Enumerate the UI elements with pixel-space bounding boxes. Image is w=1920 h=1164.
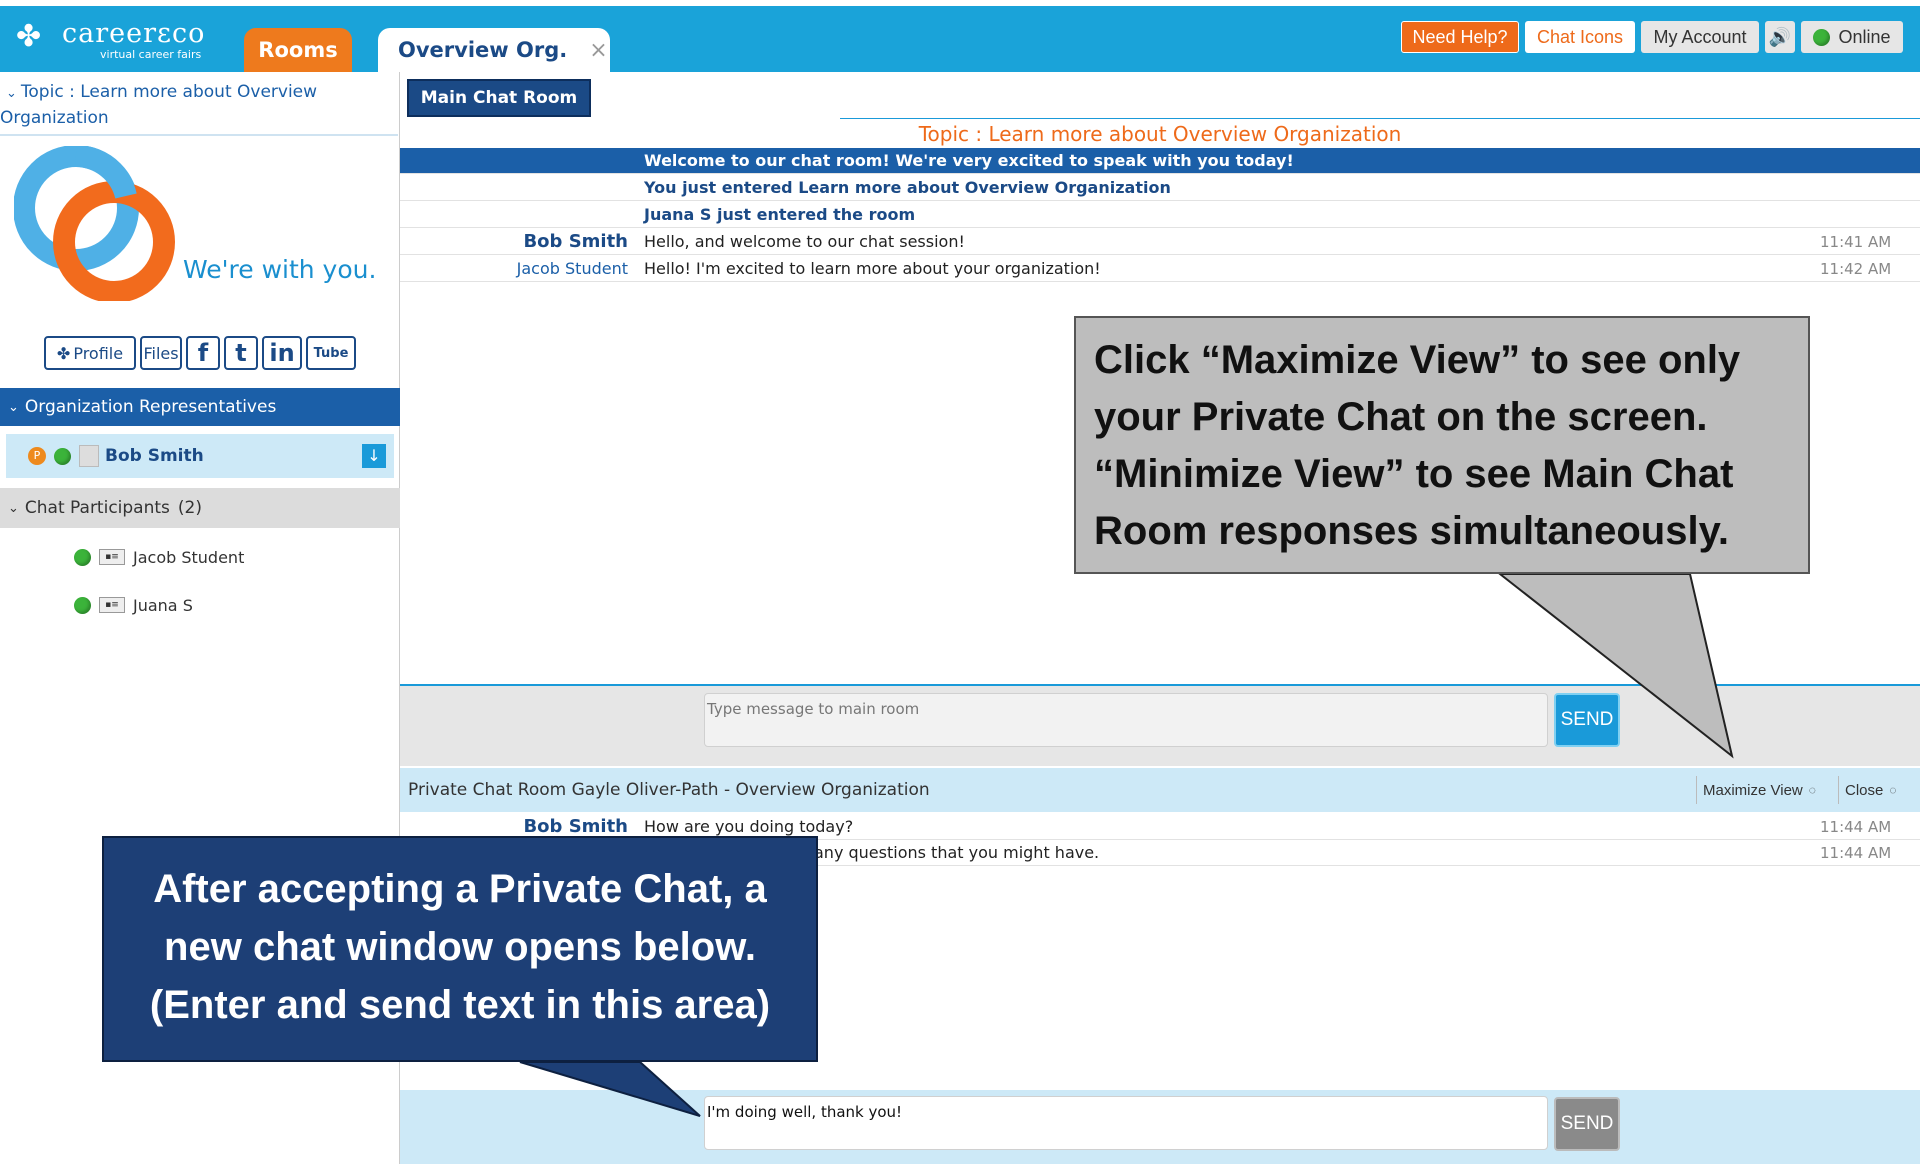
private-message-input[interactable]: I'm doing well, thank you! (704, 1096, 1548, 1150)
chat-message: Bob Smith Hello, and welcome to our chat… (400, 229, 1920, 255)
callout-maximize-view: Click “Maximize View” to see only your P… (1074, 316, 1810, 574)
message-text: Hello, and welcome to our chat session! (644, 232, 965, 251)
close-private-button[interactable]: Close ◌ (1838, 776, 1897, 804)
chevron-down-icon: ⌄ (6, 86, 17, 101)
profile-button[interactable]: ✤ Profile (44, 336, 136, 370)
main-send-button[interactable]: SEND (1554, 693, 1620, 747)
message-time: 11:44 AM (1820, 843, 1892, 862)
close-tab-icon[interactable]: × (589, 38, 607, 63)
youtube-icon[interactable]: Tube (306, 336, 356, 370)
need-help-button[interactable]: Need Help? (1401, 21, 1519, 53)
rep-row[interactable]: P Bob Smith ↓ (6, 434, 394, 478)
private-send-button[interactable]: SEND (1554, 1097, 1620, 1151)
priority-badge-icon: P (28, 447, 46, 465)
main-topic: Topic : Learn more about Overview Organi… (918, 122, 1402, 146)
main-message-input[interactable]: Type message to main room (704, 693, 1548, 747)
org-reps-label: Organization Representatives (24, 397, 277, 417)
files-button[interactable]: Files (140, 336, 182, 370)
message-text: You just entered Learn more about Overvi… (644, 178, 1171, 197)
participants-count: (2) (177, 498, 202, 518)
message-text: How are you doing today? (644, 817, 854, 836)
careereco-logo[interactable]: ✤ careerεco virtual career fairs (16, 18, 226, 62)
chat-bubble-icon: ◌ (1889, 783, 1897, 797)
participants-header[interactable]: ⌄ Chat Participants (2) (0, 488, 400, 528)
online-dot-icon (1813, 28, 1831, 46)
participant-item[interactable]: ▪≡ Juana S (74, 592, 193, 618)
sender-name[interactable]: Bob Smith (400, 231, 644, 252)
brand-circles-logo (14, 146, 175, 301)
logo-name: careerεco (62, 18, 206, 49)
brand-tagline: We're with you. (183, 255, 377, 284)
flower-icon: ✤ (56, 343, 71, 363)
tab-rooms[interactable]: Rooms (244, 28, 352, 72)
system-message: You just entered Learn more about Overvi… (400, 175, 1920, 201)
sidebar-topic[interactable]: ⌄ Topic : Learn more about Overview Organ… (0, 80, 396, 130)
message-time: 11:42 AM (1820, 259, 1892, 278)
online-dot-icon (74, 596, 91, 614)
logo-tagline: virtual career fairs (100, 48, 202, 61)
chevron-down-icon: ⌄ (8, 399, 19, 415)
speaker-icon[interactable]: 🔊 (1765, 21, 1795, 53)
callout-line: “Minimize View” to see Main Chat (1094, 452, 1734, 496)
participants-label: Chat Participants (24, 498, 170, 518)
id-card-icon: ▪≡ (99, 597, 125, 613)
sidebar-topic-label: Topic : Learn more about Overview Organi… (0, 82, 318, 128)
maximize-view-button[interactable]: Maximize View ◌ (1696, 776, 1816, 804)
callout-line: After accepting a Private Chat, a (153, 867, 767, 911)
tab-underline (840, 118, 1920, 119)
message-time: 11:41 AM (1820, 232, 1892, 251)
message-text: any questions that you might have. (814, 843, 1100, 862)
online-dot-icon (54, 447, 71, 465)
sender-name[interactable]: Jacob Student (400, 259, 644, 278)
tab-overview-label: Overview Org. (398, 38, 568, 62)
private-chat-header: Private Chat Room Gayle Oliver-Path - Ov… (400, 768, 1920, 812)
org-reps-header[interactable]: ⌄ Organization Representatives (0, 388, 400, 426)
message-text: Juana S just entered the room (644, 205, 916, 224)
message-time: 11:44 AM (1820, 817, 1892, 836)
callout-line: Click “Maximize View” to see only (1094, 338, 1741, 382)
facebook-icon[interactable]: f (186, 336, 220, 370)
callout-line: (Enter and send text in this area) (149, 983, 771, 1027)
tab-rooms-label: Rooms (258, 38, 338, 62)
social-buttons: ✤ Profile Files f t in Tube (44, 336, 356, 372)
online-dot-icon (74, 548, 91, 566)
maximize-view-label: Maximize View (1703, 781, 1803, 799)
linkedin-icon[interactable]: in (262, 336, 302, 370)
callout-line: new chat window opens below. (164, 925, 756, 969)
chevron-down-icon: ⌄ (8, 500, 19, 516)
profile-label: Profile (73, 343, 124, 363)
online-status-button[interactable]: Online (1801, 21, 1903, 53)
chat-bubble-icon: ◌ (1808, 783, 1816, 797)
chat-icons-button[interactable]: Chat Icons (1525, 21, 1635, 53)
callout-line: Room responses simultaneously. (1094, 509, 1729, 553)
close-label: Close (1845, 781, 1884, 799)
callout-line: your Private Chat on the screen. (1094, 395, 1708, 439)
tab-main-chat-room[interactable]: Main Chat Room (407, 79, 591, 117)
callout-private-chat: After accepting a Private Chat, a new ch… (102, 836, 818, 1062)
my-account-button[interactable]: My Account (1641, 21, 1759, 53)
participant-name: Jacob Student (133, 547, 245, 567)
sender-name[interactable]: Bob Smith (400, 816, 644, 837)
participant-name: Juana S (133, 595, 193, 615)
id-card-icon: ▪≡ (99, 549, 125, 565)
rep-name: Bob Smith (105, 446, 204, 466)
system-message: Juana S just entered the room (400, 202, 1920, 228)
twitter-icon[interactable]: t (224, 336, 258, 370)
online-label: Online (1838, 26, 1891, 47)
logo-flower-icon: ✤ (16, 19, 42, 54)
message-text: Welcome to our chat room! We're very exc… (644, 151, 1294, 170)
chat-message: Jacob Student Hello! I'm excited to lear… (400, 256, 1920, 282)
sidebar-divider (0, 134, 398, 136)
participant-item[interactable]: ▪≡ Jacob Student (74, 544, 244, 570)
message-text: Hello! I'm excited to learn more about y… (644, 259, 1101, 278)
download-icon[interactable]: ↓ (362, 444, 386, 468)
avatar (79, 445, 99, 467)
tab-overview-org[interactable]: Overview Org. × (378, 28, 610, 72)
system-message: Welcome to our chat room! We're very exc… (400, 148, 1920, 174)
